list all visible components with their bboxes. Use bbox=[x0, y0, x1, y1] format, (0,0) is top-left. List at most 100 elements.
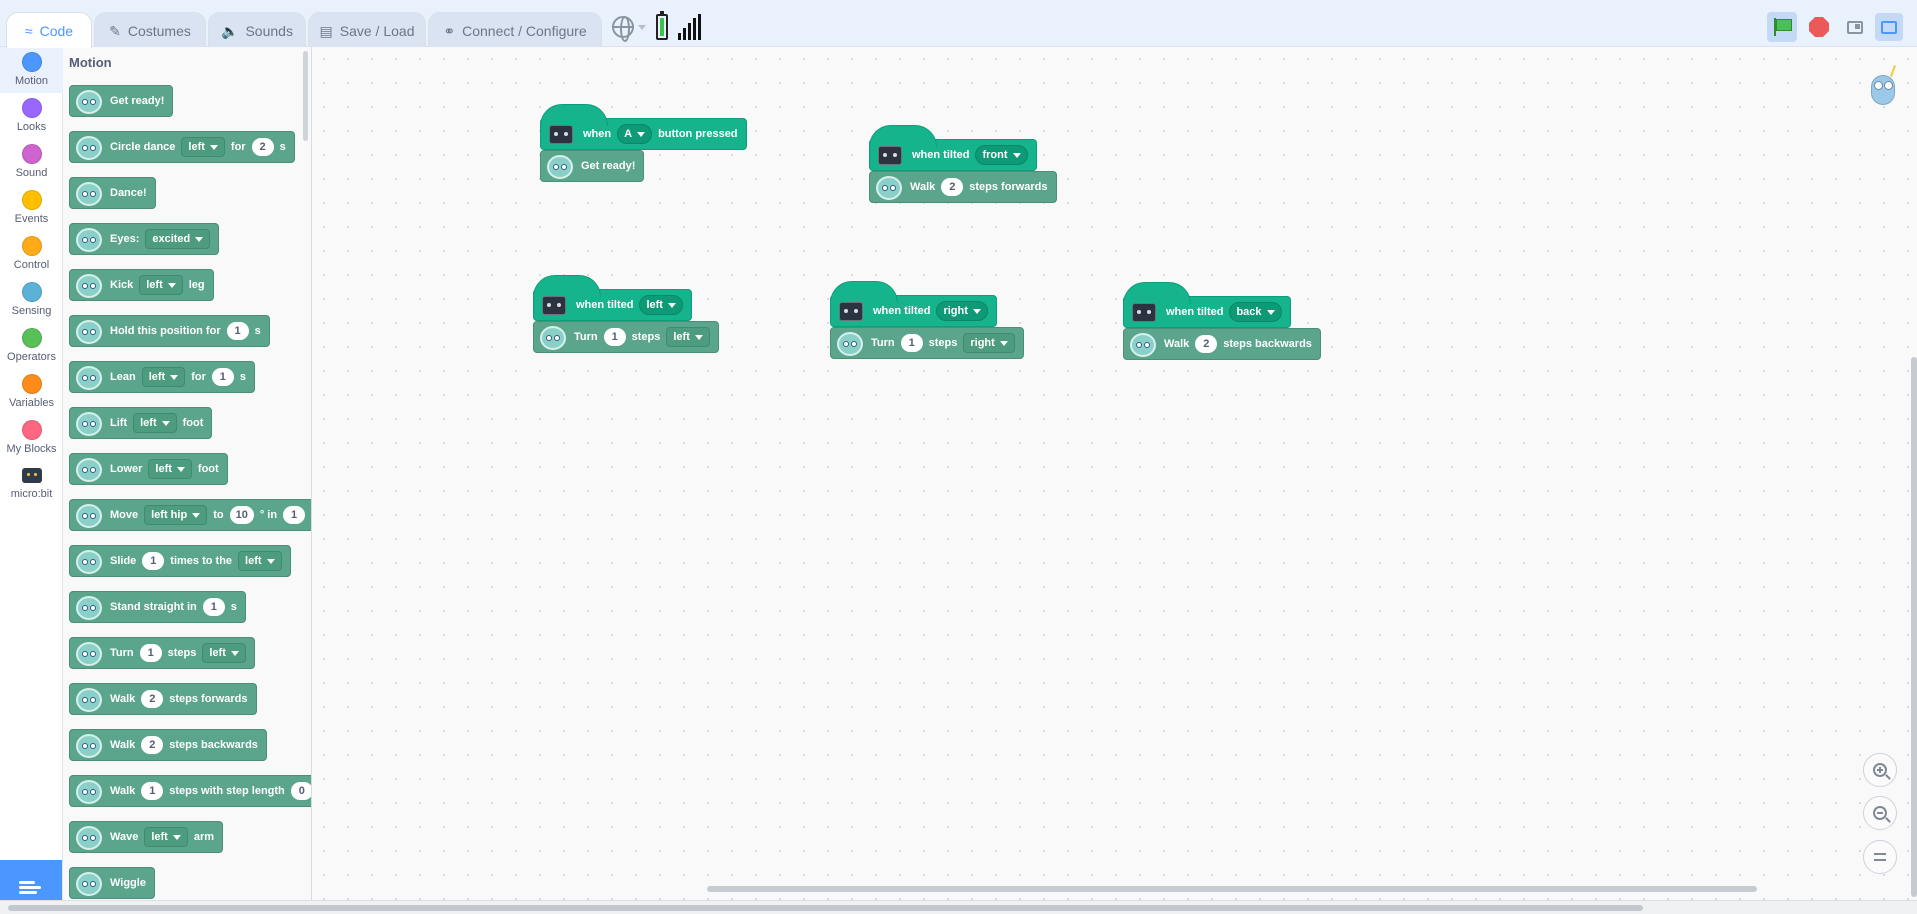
category-control[interactable]: Control bbox=[0, 231, 63, 277]
tilt-dropdown[interactable]: back bbox=[1229, 302, 1282, 322]
category-label: Sensing bbox=[11, 305, 52, 317]
palette-block-hold-position[interactable]: Hold this position for 1 s bbox=[69, 315, 270, 347]
palette-scrollbar[interactable] bbox=[303, 51, 308, 141]
number-input[interactable]: 2 bbox=[941, 178, 964, 196]
category-my-blocks[interactable]: My Blocks bbox=[0, 415, 63, 461]
palette-block-walk-step-length[interactable]: Walk 1 steps with step length 0 bbox=[69, 775, 311, 807]
palette-block-circle-dance[interactable]: Circle dance left for 2 s bbox=[69, 131, 295, 163]
hat-block-when-tilted-left[interactable]: when tilted left bbox=[533, 275, 692, 321]
hat-block-when-tilted-back[interactable]: when tilted back bbox=[1123, 282, 1291, 328]
category-events[interactable]: Events bbox=[0, 185, 63, 231]
palette-block-move[interactable]: Move left hip to 10 ° in 1 bbox=[69, 499, 311, 531]
workspace-horizontal-scrollbar[interactable] bbox=[707, 886, 1757, 892]
palette-block-kick[interactable]: Kick left leg bbox=[69, 269, 214, 301]
direction-dropdown[interactable]: left bbox=[181, 137, 225, 157]
eyes-dropdown[interactable]: excited bbox=[145, 229, 211, 249]
direction-dropdown[interactable]: left bbox=[144, 827, 188, 847]
script-block-walk-backwards[interactable]: Walk 2 steps backwards bbox=[1123, 328, 1321, 360]
script-block-get-ready[interactable]: Get ready! bbox=[540, 150, 645, 182]
tilt-dropdown[interactable]: front bbox=[975, 145, 1028, 165]
palette-block-lower[interactable]: Lower left foot bbox=[69, 453, 228, 485]
stop-button[interactable] bbox=[1809, 17, 1829, 37]
category-sound[interactable]: Sound bbox=[0, 139, 63, 185]
small-stage-button[interactable] bbox=[1841, 13, 1869, 41]
page-horizontal-scrollbar[interactable] bbox=[0, 900, 1917, 914]
category-microbit[interactable]: micro:bit bbox=[0, 461, 63, 507]
block-text: Eyes: bbox=[110, 233, 140, 245]
zoom-out-button[interactable] bbox=[1863, 796, 1897, 830]
tilt-dropdown[interactable]: left bbox=[639, 295, 683, 315]
script-workspace[interactable]: when A button pressed Get ready! when ti… bbox=[312, 47, 1917, 900]
number-input[interactable]: 1 bbox=[283, 506, 306, 524]
direction-dropdown[interactable]: left bbox=[666, 327, 710, 347]
robot-icon bbox=[76, 688, 102, 712]
palette-block-get-ready[interactable]: Get ready! bbox=[69, 85, 174, 117]
block-text: Walk bbox=[110, 739, 136, 751]
direction-dropdown[interactable]: left bbox=[133, 413, 177, 433]
number-input[interactable]: 1 bbox=[211, 368, 234, 386]
script-block-walk-forwards[interactable]: Walk 2 steps forwards bbox=[869, 171, 1057, 203]
number-input[interactable]: 2 bbox=[141, 736, 164, 754]
palette-block-eyes[interactable]: Eyes: excited bbox=[69, 223, 220, 255]
zoom-reset-button[interactable] bbox=[1863, 840, 1897, 874]
robot-icon bbox=[76, 642, 102, 666]
palette-block-slide[interactable]: Slide 1 times to the left bbox=[69, 545, 291, 577]
palette-block-turn[interactable]: Turn 1 steps left bbox=[69, 637, 255, 669]
tab-code[interactable]: ≈ Code bbox=[6, 12, 92, 48]
large-stage-button[interactable] bbox=[1875, 13, 1903, 41]
green-flag-button[interactable] bbox=[1767, 12, 1797, 42]
joint-dropdown[interactable]: left hip bbox=[144, 505, 208, 525]
number-input[interactable]: 10 bbox=[229, 506, 254, 524]
category-variables[interactable]: Variables bbox=[0, 369, 63, 415]
language-globe-icon[interactable] bbox=[612, 16, 634, 42]
palette-block-wiggle[interactable]: Wiggle bbox=[69, 867, 155, 899]
number-input[interactable]: 1 bbox=[139, 644, 162, 662]
script-block-turn-left[interactable]: Turn 1 steps left bbox=[533, 321, 719, 353]
palette-block-walk-backwards[interactable]: Walk 2 steps backwards bbox=[69, 729, 267, 761]
number-input[interactable]: 1 bbox=[603, 328, 626, 346]
button-dropdown[interactable]: A bbox=[617, 124, 653, 144]
category-motion[interactable]: Motion bbox=[0, 47, 63, 93]
palette-block-walk-forwards[interactable]: Walk 2 steps forwards bbox=[69, 683, 257, 715]
number-input[interactable]: 2 bbox=[251, 138, 274, 156]
zoom-in-button[interactable] bbox=[1863, 753, 1897, 787]
direction-dropdown[interactable]: right bbox=[963, 333, 1015, 353]
tab-connect-configure[interactable]: ⚭ Connect / Configure bbox=[428, 12, 602, 48]
robot-icon bbox=[76, 596, 102, 620]
category-sensing[interactable]: Sensing bbox=[0, 277, 63, 323]
direction-dropdown[interactable]: left bbox=[141, 367, 186, 387]
number-input[interactable]: 0 bbox=[290, 782, 311, 800]
tab-sounds[interactable]: 🔈 Sounds bbox=[208, 12, 306, 48]
number-input[interactable]: 1 bbox=[142, 552, 165, 570]
direction-dropdown[interactable]: left bbox=[148, 459, 192, 479]
number-input[interactable]: 1 bbox=[202, 598, 225, 616]
tab-costumes[interactable]: ✎ Costumes bbox=[94, 12, 206, 48]
palette-block-stand-straight[interactable]: Stand straight in 1 s bbox=[69, 591, 246, 623]
script-block-turn-right[interactable]: Turn 1 steps right bbox=[830, 327, 1024, 359]
hat-block-when-button-pressed[interactable]: when A button pressed bbox=[540, 104, 747, 150]
direction-dropdown[interactable]: left bbox=[202, 643, 246, 663]
number-input[interactable]: 2 bbox=[1195, 335, 1218, 353]
speaker-icon: 🔈 bbox=[221, 22, 239, 39]
number-input[interactable]: 1 bbox=[141, 782, 164, 800]
number-input[interactable]: 2 bbox=[141, 690, 164, 708]
tab-save-load[interactable]: ▤ Save / Load bbox=[308, 12, 426, 48]
chevron-down-icon bbox=[637, 131, 646, 137]
category-operators[interactable]: Operators bbox=[0, 323, 63, 369]
palette-block-wave[interactable]: Wave left arm bbox=[69, 821, 224, 853]
direction-dropdown[interactable]: left bbox=[238, 551, 282, 571]
palette-block-lean[interactable]: Lean left for 1 s bbox=[69, 361, 255, 393]
direction-dropdown[interactable]: left bbox=[139, 275, 183, 295]
hat-block-when-tilted-front[interactable]: when tilted front bbox=[869, 125, 1037, 171]
block-text: for bbox=[191, 371, 206, 383]
microbit-icon bbox=[1132, 303, 1156, 322]
palette-block-dance[interactable]: Dance! bbox=[69, 177, 156, 209]
number-input[interactable]: 1 bbox=[226, 322, 249, 340]
palette-block-lift[interactable]: Lift left foot bbox=[69, 407, 213, 439]
tilt-dropdown[interactable]: right bbox=[936, 301, 988, 321]
category-looks[interactable]: Looks bbox=[0, 93, 63, 139]
hat-block-when-tilted-right[interactable]: when tilted right bbox=[830, 281, 997, 327]
number-input[interactable]: 1 bbox=[900, 334, 923, 352]
workspace-vertical-scrollbar[interactable] bbox=[1911, 357, 1917, 897]
dropdown-value: left bbox=[209, 647, 226, 659]
